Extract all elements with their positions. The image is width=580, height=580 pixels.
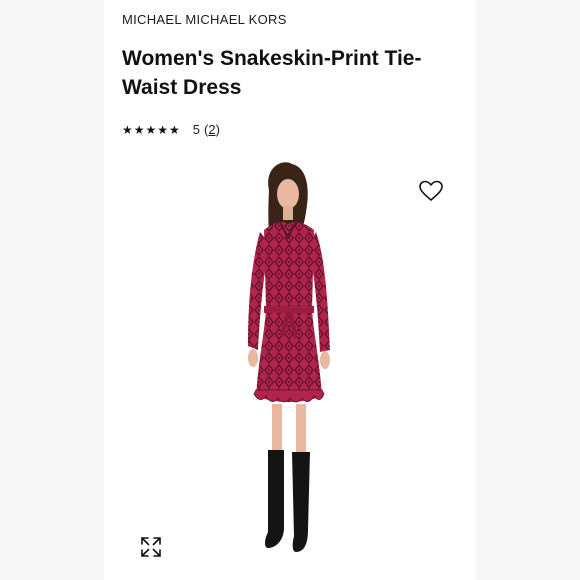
rating-row[interactable]: ★★★★★ 5 (2) (122, 122, 220, 137)
rating-score: 5 (192, 122, 201, 137)
brand-name[interactable]: MICHAEL MICHAEL KORS (122, 12, 287, 27)
star-rating-icon: ★★★★★ (122, 122, 181, 137)
review-count-link[interactable]: 2 (208, 122, 215, 137)
product-photo[interactable] (224, 160, 354, 560)
product-page: MICHAEL MICHAEL KORS Women's Snakeskin-P… (104, 0, 476, 580)
expand-arrows-icon[interactable] (140, 536, 162, 558)
product-title: Women's Snakeskin-Print Tie-Waist Dress (122, 47, 422, 99)
review-count[interactable]: (2) (204, 122, 220, 137)
heart-outline-icon[interactable] (418, 178, 444, 204)
